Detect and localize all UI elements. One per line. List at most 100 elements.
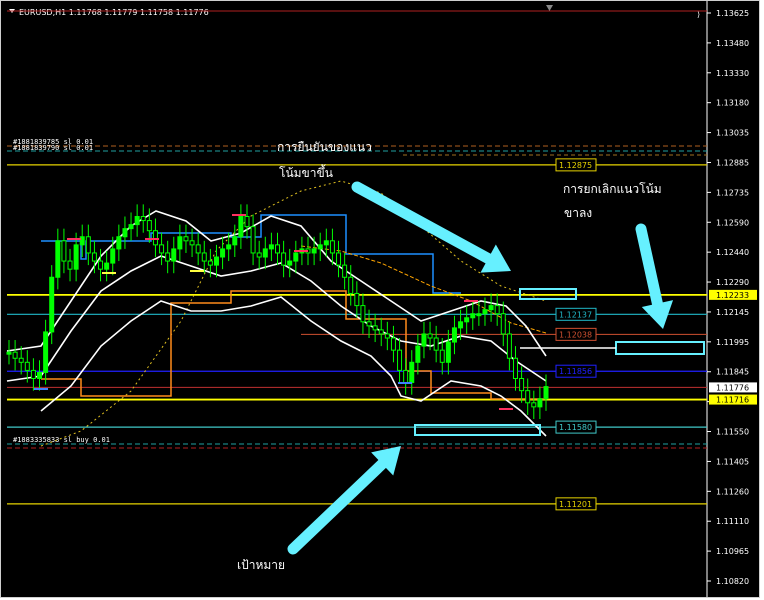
candle-body <box>12 351 18 359</box>
y-tick-label: 1.11405 <box>716 457 749 466</box>
y-tick-label: 1.12735 <box>716 188 749 197</box>
candle-body <box>348 276 354 294</box>
y-tick-label: 1.10965 <box>716 547 749 556</box>
candle-body <box>232 236 238 246</box>
candle-body <box>458 321 464 329</box>
candle-body <box>275 244 280 254</box>
y-tick-label: 1.12145 <box>716 308 749 317</box>
candle-body <box>85 236 91 254</box>
candle-body <box>439 349 445 363</box>
candle-body <box>98 260 104 270</box>
candle-body <box>91 252 97 262</box>
candle-body <box>342 264 348 278</box>
candle-body <box>256 252 262 258</box>
symbol-info: EURUSD,H1 1.11768 1.11779 1.11758 1.1177… <box>19 8 209 17</box>
candle-body <box>226 244 232 250</box>
candle-body <box>152 230 158 246</box>
candle-body <box>18 357 24 363</box>
candle-body <box>360 305 366 323</box>
level-axis-label-1.11716: 1.11716 <box>716 396 749 405</box>
candle-body <box>49 276 55 333</box>
candle-body <box>464 317 470 323</box>
y-tick-label: 1.13330 <box>716 69 749 78</box>
candle-body <box>30 369 36 380</box>
candle-body <box>189 240 195 246</box>
y-tick-label: 1.12590 <box>716 218 749 227</box>
candle-body <box>37 371 43 380</box>
candle-body <box>43 331 49 373</box>
candle-body <box>403 369 409 384</box>
candle-body <box>67 260 73 270</box>
candle-body <box>79 236 85 246</box>
candle-body <box>24 361 30 371</box>
candle-body <box>354 292 360 307</box>
candle-body <box>281 252 287 266</box>
candle-body <box>55 240 61 278</box>
candle-body <box>262 248 268 258</box>
price-chart[interactable]: 1.13625 1.13480 1.13330 1.13180 1.13035 1.128… <box>1 1 759 597</box>
candle-body <box>61 240 67 262</box>
annotation-confirm-uptrend-line2: โน้มขาขึ้น <box>279 164 333 180</box>
y-tick-label: 1.12290 <box>716 278 749 287</box>
candle-body <box>494 305 500 315</box>
y-tick-label: 1.12885 <box>716 158 749 167</box>
candle-body <box>201 252 207 262</box>
annotation-cancel-downtrend-line1: การยกเลิกแนวโน้ม <box>563 182 662 196</box>
candle-body <box>207 260 213 266</box>
candle-body <box>476 313 482 317</box>
level-label-1.11580: 1.11580 <box>559 423 592 432</box>
candle-body <box>415 345 421 363</box>
candle-body <box>165 252 171 262</box>
level-label-1.12038: 1.12038 <box>559 330 592 339</box>
candle-body <box>293 252 299 262</box>
candle-body <box>238 216 244 238</box>
candle-body <box>220 248 226 258</box>
annotation-cancel-downtrend-line2: ขาลง <box>564 206 592 220</box>
candle-body <box>287 260 293 266</box>
candle-body <box>116 236 122 250</box>
candle-body <box>488 305 494 311</box>
candle-body <box>134 216 140 226</box>
order-label-2: #1881839790 sl 0.01 <box>13 144 93 152</box>
candle-body <box>378 329 384 335</box>
candle-body <box>427 333 433 339</box>
order-label-3: #1883335833 sl buy 0.01 <box>13 436 110 444</box>
chart-window[interactable]: 1.13625 1.13480 1.13330 1.13180 1.13035 1.128… <box>0 0 760 598</box>
candle-body <box>366 321 372 327</box>
candle-body <box>445 341 451 363</box>
candle-body <box>519 378 525 392</box>
y-tick-label: 1.11995 <box>716 338 749 347</box>
candle-body <box>73 244 79 270</box>
candle-body <box>384 333 390 339</box>
y-tick-label: 1.13035 <box>716 129 749 138</box>
y-tick-label: 1.11845 <box>716 368 749 377</box>
current-price-label: 1.11776 <box>716 383 749 392</box>
candle-body <box>500 313 506 335</box>
candle-body <box>451 327 457 343</box>
candle-body <box>177 236 183 250</box>
y-tick-label: 1.11550 <box>716 428 749 437</box>
level-label-1.11856: 1.11856 <box>559 367 592 376</box>
candle-body <box>372 325 378 331</box>
level-axis-label-1.12233: 1.12233 <box>716 291 749 300</box>
candle-body <box>244 216 250 228</box>
candle-body <box>195 244 201 254</box>
candle-body <box>482 309 488 315</box>
y-tick-label: 1.11260 <box>716 487 749 496</box>
y-tick-label: 1.13180 <box>716 99 749 108</box>
candle-body <box>329 240 335 254</box>
level-label-1.11201: 1.11201 <box>559 500 592 509</box>
level-label-1.12137: 1.12137 <box>559 310 592 319</box>
candle-body <box>323 240 329 246</box>
candle-body <box>250 226 256 254</box>
candle-body <box>336 252 342 266</box>
candle-body <box>531 402 537 408</box>
candle-body <box>470 313 476 319</box>
y-tick-label: 1.13625 <box>716 9 749 18</box>
candle-body <box>140 216 146 222</box>
y-tick-label: 1.10820 <box>716 577 749 586</box>
candle-body <box>421 333 427 347</box>
candle-body <box>397 349 403 371</box>
y-tick-label: 1.13480 <box>716 39 749 48</box>
candle-body <box>104 262 110 270</box>
